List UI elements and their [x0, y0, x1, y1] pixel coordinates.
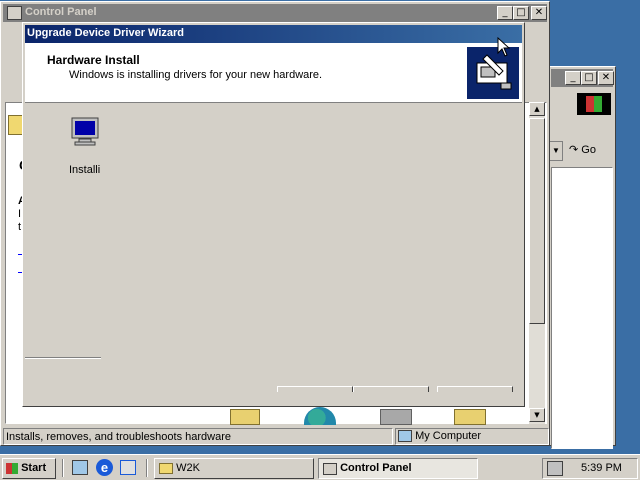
wizard-heading: Hardware Install — [47, 53, 140, 67]
scroll-up-button[interactable]: ▲ — [529, 102, 545, 116]
windows-logo-icon — [6, 463, 18, 474]
background-window-titlebar[interactable]: _ □ ✕ — [551, 69, 614, 87]
system-tray: 5:39 PM — [542, 458, 638, 479]
wizard-title: Upgrade Device Driver Wizard — [27, 27, 185, 39]
keyboard-icon — [380, 409, 412, 425]
task-button-control-panel[interactable]: Control Panel — [318, 458, 478, 479]
clock[interactable]: 5:39 PM — [581, 462, 622, 474]
cancel-button[interactable] — [437, 386, 513, 392]
control-panel-titlebar[interactable]: Control Panel _ □ ✕ — [3, 4, 547, 22]
monitor-icon — [69, 116, 101, 148]
outlook-express-icon[interactable] — [120, 460, 136, 475]
scroll-thumb[interactable] — [529, 118, 545, 324]
taskbar: Start e W2K Control Panel 5:39 PM — [0, 454, 640, 480]
wizard-dialog: Upgrade Device Driver Wizard Hardware In… — [22, 22, 525, 407]
quicklaunch-separator-2 — [146, 459, 148, 477]
go-label: Go — [581, 144, 596, 156]
maximize-button[interactable]: □ — [581, 71, 597, 85]
scroll-down-button[interactable]: ▼ — [529, 408, 545, 422]
quicklaunch-separator — [62, 459, 64, 477]
status-description: Installs, removes, and troubleshoots har… — [3, 428, 393, 445]
close-button[interactable]: ✕ — [531, 6, 547, 20]
control-panel-title: Control Panel — [25, 6, 97, 18]
hardware-wizard-icon — [467, 47, 519, 99]
windows-flag-icon — [586, 96, 602, 112]
mouse-cursor-icon — [497, 36, 511, 57]
go-arrow-icon: ↷ — [569, 144, 579, 156]
minimize-button[interactable]: _ — [565, 71, 581, 85]
modem-icon — [454, 409, 486, 425]
status-location-label: My Computer — [415, 430, 482, 443]
start-button[interactable]: Start — [2, 458, 56, 479]
background-window: _ □ ✕ ▼ ↷ Go — [548, 66, 616, 449]
control-panel-icon — [323, 462, 337, 475]
bg-letter-i: I — [18, 208, 22, 220]
start-label: Start — [21, 462, 47, 474]
maximize-button[interactable]: □ — [513, 6, 529, 20]
back-button[interactable] — [277, 386, 353, 392]
close-button[interactable]: ✕ — [598, 71, 614, 85]
my-computer-icon — [398, 430, 412, 443]
windows-logo-tile — [577, 93, 611, 115]
toolbar-strip — [3, 24, 23, 102]
show-desktop-icon[interactable] — [72, 460, 88, 475]
next-button[interactable] — [353, 386, 429, 392]
status-location: My Computer — [395, 428, 549, 445]
network-tray-icon[interactable] — [547, 461, 563, 476]
wizard-divider — [25, 357, 101, 359]
back-address-dropdown[interactable]: ▼ — [549, 141, 563, 161]
internet-explorer-icon[interactable]: e — [96, 459, 113, 476]
install-label: Installi — [69, 164, 101, 176]
wizard-subheading: Windows is installing drivers for your n… — [69, 69, 323, 81]
go-button[interactable]: ↷ Go — [569, 141, 607, 161]
internet-options-icon — [304, 407, 336, 425]
wizard-body: Installi — [25, 104, 522, 402]
control-panel-icon — [7, 6, 22, 20]
task-label: W2K — [176, 462, 200, 474]
folder-options-icon — [230, 409, 260, 425]
bg-letter-t: t — [18, 221, 22, 233]
wizard-header: Hardware Install Windows is installing d… — [25, 43, 522, 103]
vertical-scrollbar[interactable]: ▲ ▼ — [529, 102, 545, 424]
folder-icon — [159, 463, 173, 474]
minimize-button[interactable]: _ — [497, 6, 513, 20]
wizard-titlebar[interactable]: Upgrade Device Driver Wizard — [25, 25, 522, 43]
task-label: Control Panel — [340, 462, 412, 474]
background-window-content — [551, 167, 613, 449]
task-button-w2k[interactable]: W2K — [154, 458, 314, 479]
